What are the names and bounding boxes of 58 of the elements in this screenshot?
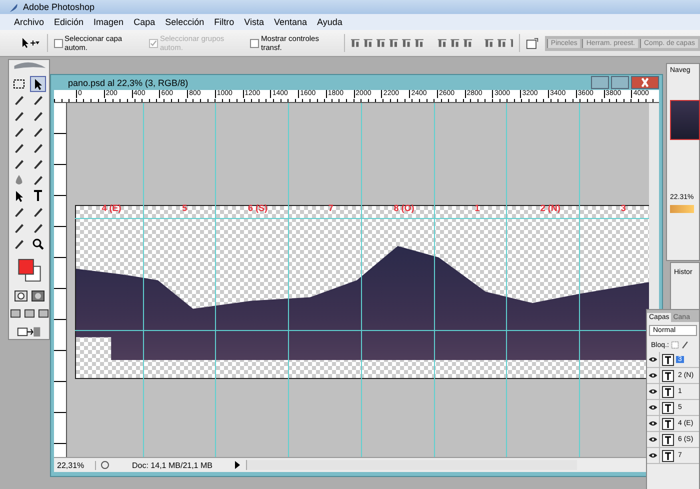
- standard-mode-icon[interactable]: [14, 289, 28, 304]
- marquee-icon[interactable]: [12, 76, 26, 91]
- document-size-text: Doc: 14,1 MB/21,1 MB: [131, 460, 214, 470]
- window-title: Adobe Photoshop: [23, 2, 95, 12]
- text-layer-thumbnail: [662, 370, 674, 382]
- move-tool-icon[interactable]: [20, 37, 41, 49]
- eye-icon[interactable]: [648, 452, 658, 459]
- eye-icon[interactable]: [648, 404, 658, 411]
- text-layer-thumbnail: [662, 354, 674, 366]
- lock-transparency-icon[interactable]: [670, 341, 679, 349]
- menu-item[interactable]: Ayuda: [317, 17, 342, 27]
- eye-icon[interactable]: [648, 372, 658, 379]
- palette-icon[interactable]: [526, 36, 539, 50]
- jump-to-imageready-icon[interactable]: [16, 325, 42, 339]
- section-label: 6 (S): [247, 203, 269, 213]
- text-layer-thumbnail: [662, 450, 674, 462]
- status-icon: [100, 460, 110, 470]
- menu-item[interactable]: Selección: [165, 17, 204, 27]
- menu-item[interactable]: Ventana: [274, 17, 308, 27]
- screen-mode-icon[interactable]: [24, 308, 34, 320]
- checkbox[interactable]: [250, 38, 260, 48]
- navigator-thumbnail: [670, 100, 700, 140]
- text-layer-thumbnail: [662, 418, 674, 430]
- quick-mask-icon[interactable]: [30, 289, 44, 304]
- section-label: 7: [327, 203, 334, 213]
- menu-item[interactable]: Capa: [134, 17, 156, 27]
- menu-item[interactable]: Archivo: [14, 17, 44, 27]
- maximize-button[interactable]: [611, 76, 629, 89]
- eye-icon[interactable]: [648, 420, 658, 427]
- arrow-cursor-icon[interactable]: [30, 76, 44, 91]
- eye-icon[interactable]: [648, 436, 658, 443]
- menu-item[interactable]: Edición: [54, 17, 84, 27]
- checkbox[interactable]: [54, 38, 63, 48]
- text-layer-thumbnail: [662, 386, 674, 398]
- section-label: 4 (E): [100, 203, 122, 213]
- document-title: pano.psd al 22,3% (3, RGB/8): [68, 78, 188, 88]
- section-label: 2 (N): [539, 203, 562, 213]
- eye-icon[interactable]: [648, 388, 658, 395]
- zoom-field[interactable]: 22,31%: [54, 460, 96, 470]
- magnifier-icon[interactable]: [30, 236, 44, 251]
- minimize-button[interactable]: [591, 76, 609, 89]
- menu-item[interactable]: Imagen: [94, 17, 124, 27]
- menu-item[interactable]: Vista: [244, 17, 264, 27]
- section-label: 8 (O): [392, 203, 416, 213]
- section-label: 1: [474, 203, 481, 213]
- horizontal-scrollbar[interactable]: [246, 460, 577, 470]
- section-label: 3: [620, 203, 627, 213]
- triangle-icon[interactable]: [232, 460, 242, 470]
- screen-mode-icon[interactable]: [38, 308, 48, 320]
- text-layer-thumbnail: [662, 434, 674, 446]
- menu-item[interactable]: Filtro: [214, 17, 234, 27]
- feather-icon: [8, 2, 19, 12]
- section-label: 5: [181, 203, 188, 213]
- eye-icon[interactable]: [648, 356, 658, 363]
- screen-mode-icon[interactable]: [10, 308, 20, 320]
- align-icons-drawing[interactable]: [350, 38, 513, 48]
- text-layer-thumbnail: [662, 402, 674, 414]
- color-ramp[interactable]: [670, 205, 694, 213]
